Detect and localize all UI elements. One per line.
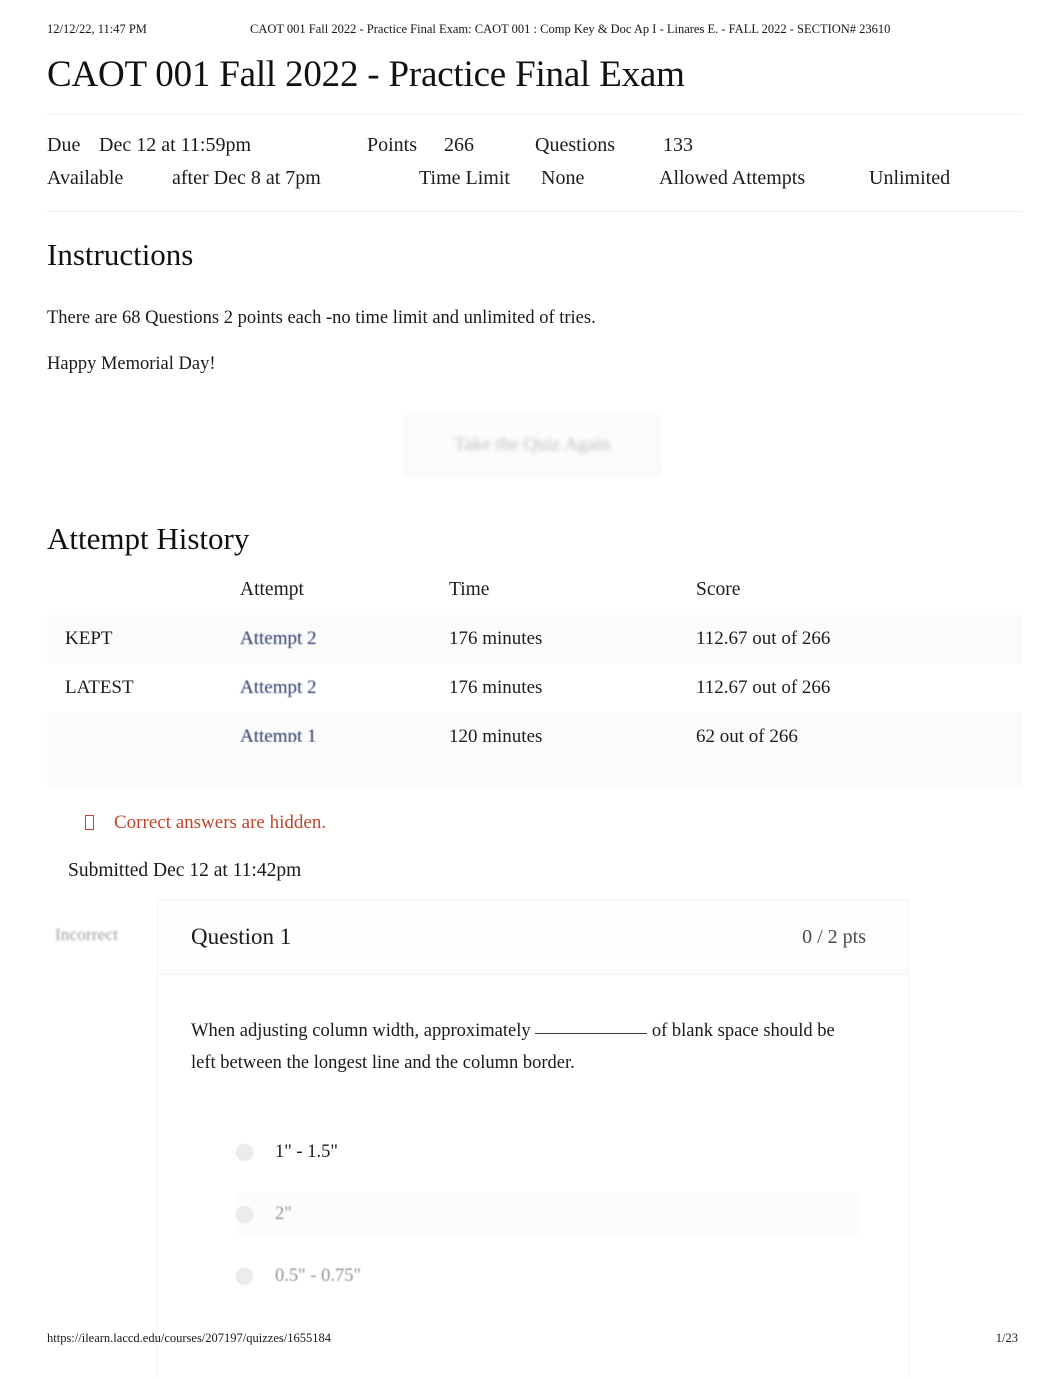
attempt-history-table-head: Attempt Time Score bbox=[47, 574, 1022, 615]
question-status-badge: Incorrect bbox=[55, 925, 119, 944]
column-header-attempt: Attempt bbox=[240, 579, 304, 600]
attempt-score: 112.67 out of 266 bbox=[696, 628, 831, 649]
questions-value: 133 bbox=[663, 134, 693, 156]
attempt-flag: KEPT bbox=[65, 628, 113, 649]
quiz-metadata-block: Due Dec 12 at 11:59pm Points 266 Questio… bbox=[47, 114, 1022, 212]
question-title: Question 1 bbox=[191, 924, 292, 949]
attempt-history-table-footer-band bbox=[47, 742, 1022, 786]
answer-option-label: 2" bbox=[275, 1203, 292, 1224]
print-footer-url: https://ilearn.laccd.edu/courses/207197/… bbox=[47, 1331, 331, 1345]
column-header-time: Time bbox=[449, 579, 490, 600]
quiz-metadata-row-2: Available after Dec 8 at 7pm Time Limit … bbox=[47, 162, 1022, 195]
instructions-paragraph-2: Happy Memorial Day! bbox=[47, 354, 216, 374]
table-header-row: Attempt Time Score bbox=[47, 574, 1022, 615]
attempt-history-table-body: KEPT Attempt 2 176 minutes 112.67 out of… bbox=[47, 615, 1022, 762]
points-label: Points bbox=[367, 134, 418, 156]
print-footer: https://ilearn.laccd.edu/courses/207197/… bbox=[0, 1331, 1062, 1351]
question-text: When adjusting column width, approximate… bbox=[191, 1015, 858, 1079]
attempt-time: 176 minutes bbox=[449, 628, 543, 649]
answer-option[interactable]: 2" bbox=[236, 1193, 858, 1235]
question-card: Question 1 0 / 2 pts When adjusting colu… bbox=[157, 899, 909, 1377]
allowed-attempts-value: Unlimited bbox=[869, 167, 951, 189]
attempt-score: 112.67 out of 266 bbox=[696, 677, 831, 698]
due-value: Dec 12 at 11:59pm bbox=[99, 134, 252, 156]
question-header: Question 1 0 / 2 pts bbox=[158, 900, 908, 975]
page-title: CAOT 001 Fall 2022 - Practice Final Exam bbox=[47, 54, 685, 95]
retake-quiz-container: Take the Quiz Again bbox=[405, 415, 660, 475]
correct-answers-hidden-text: Correct answers are hidden. bbox=[114, 812, 327, 833]
due-label: Due bbox=[47, 134, 81, 156]
attempt-link[interactable]: Attempt 2 bbox=[240, 677, 317, 698]
warning-box-icon bbox=[85, 815, 94, 830]
available-value: after Dec 8 at 7pm bbox=[172, 167, 321, 189]
available-label: Available bbox=[47, 167, 124, 189]
answer-option[interactable]: 1" - 1.5" bbox=[236, 1131, 858, 1173]
answer-options-list: 1" - 1.5" 2" 0.5" - 0.75" bbox=[191, 1131, 858, 1297]
attempt-history-table: Attempt Time Score KEPT Attempt 2 176 mi… bbox=[47, 574, 1022, 762]
instructions-heading: Instructions bbox=[47, 237, 194, 272]
attempt-cell: Attempt 2 bbox=[240, 615, 449, 664]
correct-answers-hidden-notice: Correct answers are hidden. bbox=[85, 812, 326, 834]
print-header: 12/12/22, 11:47 PM CAOT 001 Fall 2022 - … bbox=[0, 22, 1062, 44]
column-header-flag bbox=[47, 574, 240, 615]
instructions-paragraph-1: There are 68 Questions 2 points each -no… bbox=[47, 308, 596, 328]
time-limit-value: None bbox=[541, 167, 585, 189]
radio-button-icon[interactable] bbox=[236, 1267, 253, 1285]
table-row: LATEST Attempt 2 176 minutes 112.67 out … bbox=[47, 664, 1022, 713]
print-date: 12/12/22, 11:47 PM bbox=[47, 22, 147, 36]
quiz-metadata-row-1: Due Dec 12 at 11:59pm Points 266 Questio… bbox=[47, 129, 1022, 162]
answer-option-label: 0.5" - 0.75" bbox=[275, 1265, 362, 1286]
print-page-title: CAOT 001 Fall 2022 - Practice Final Exam… bbox=[250, 22, 891, 36]
questions-label: Questions bbox=[535, 134, 615, 156]
blank-fill-line bbox=[535, 1020, 648, 1034]
attempt-history-heading: Attempt History bbox=[47, 521, 250, 556]
attempt-flag: LATEST bbox=[65, 677, 134, 698]
take-quiz-again-button[interactable]: Take the Quiz Again bbox=[405, 415, 660, 475]
attempt-time: 176 minutes bbox=[449, 677, 543, 698]
radio-button-icon[interactable] bbox=[236, 1205, 253, 1223]
column-header-score: Score bbox=[696, 579, 741, 600]
print-footer-page-number: 1/23 bbox=[995, 1331, 1018, 1345]
attempt-cell: Attempt 2 bbox=[240, 664, 449, 713]
attempt-link[interactable]: Attempt 2 bbox=[240, 628, 317, 649]
answer-option[interactable]: 0.5" - 0.75" bbox=[236, 1255, 858, 1297]
answer-option-label: 1" - 1.5" bbox=[275, 1141, 338, 1162]
points-value: 266 bbox=[444, 134, 474, 156]
time-limit-label: Time Limit bbox=[419, 167, 510, 189]
question-text-before-blank: When adjusting column width, approximate… bbox=[191, 1021, 531, 1041]
table-row: KEPT Attempt 2 176 minutes 112.67 out of… bbox=[47, 615, 1022, 664]
question-body: When adjusting column width, approximate… bbox=[158, 975, 908, 1297]
radio-button-icon[interactable] bbox=[236, 1143, 253, 1161]
submitted-timestamp: Submitted Dec 12 at 11:42pm bbox=[68, 860, 302, 881]
allowed-attempts-label: Allowed Attempts bbox=[659, 167, 806, 189]
question-points: 0 / 2 pts bbox=[802, 925, 866, 948]
